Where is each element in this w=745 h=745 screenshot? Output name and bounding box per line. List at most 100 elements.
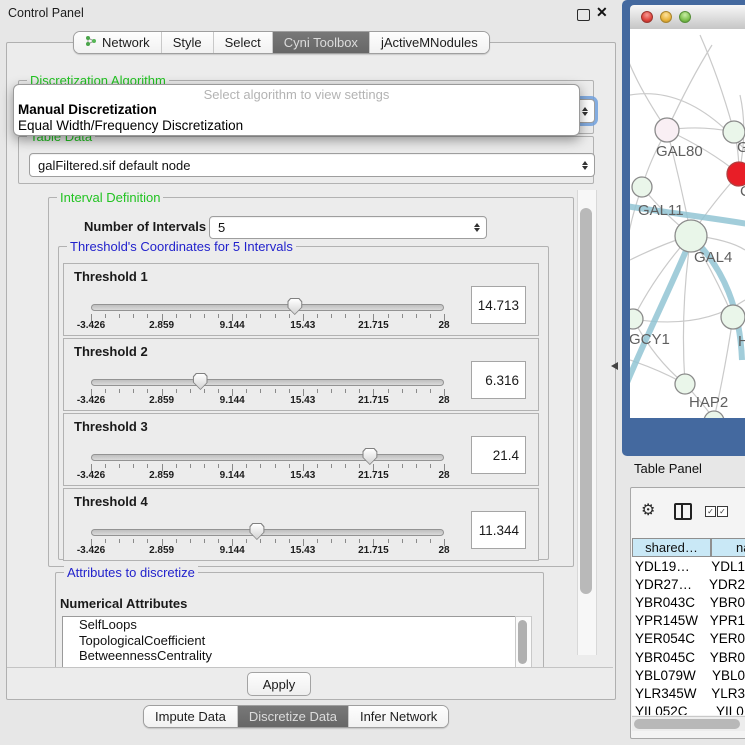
table-hscrollbar[interactable]: [632, 716, 745, 731]
tab-select[interactable]: Select: [213, 32, 272, 53]
table-row[interactable]: YBL079WYBL0: [632, 666, 745, 684]
table-row[interactable]: YPR145WYPR1: [632, 612, 745, 630]
tab-infer-network[interactable]: Infer Network: [348, 706, 448, 727]
slider-track[interactable]: [91, 379, 444, 386]
list-item[interactable]: SelfLoops: [63, 617, 531, 633]
dropdown-option-manual[interactable]: Manual Discretization: [14, 102, 579, 118]
network-node[interactable]: [630, 309, 643, 329]
tab-label: Infer Network: [360, 707, 437, 727]
table-data-combobox[interactable]: galFiltered.sif default node: [29, 153, 595, 177]
threshold-value-field[interactable]: 21.4: [471, 436, 526, 474]
network-node[interactable]: [632, 177, 652, 197]
tick-mark: [430, 539, 431, 543]
checkbox-icon[interactable]: ✓: [705, 506, 716, 517]
tick-mark: [331, 389, 332, 393]
slider-thumb[interactable]: [362, 448, 377, 465]
close-icon[interactable]: ✕: [596, 4, 608, 21]
gear-icon[interactable]: ⚙: [641, 500, 655, 520]
slider-thumb[interactable]: [249, 523, 264, 540]
slider-track[interactable]: [91, 529, 444, 536]
slider-track[interactable]: [91, 454, 444, 461]
scrollbar-thumb[interactable]: [518, 620, 527, 664]
table-cell[interactable]: YLR345W: [632, 686, 709, 701]
tab-cyni-toolbox[interactable]: Cyni Toolbox: [272, 32, 369, 53]
tab-style[interactable]: Style: [161, 32, 213, 53]
network-node[interactable]: [721, 305, 745, 329]
threshold-value-field[interactable]: 14.713: [471, 286, 526, 324]
threshold-value-field[interactable]: 11.344: [471, 511, 526, 549]
tick-mark: [359, 389, 360, 393]
table-cell[interactable]: YBR0: [708, 650, 745, 665]
table-row[interactable]: YDR27…YDR2: [632, 575, 745, 593]
table-row[interactable]: YBR043CYBR0: [632, 593, 745, 611]
threshold-value-field[interactable]: 6.316: [471, 361, 526, 399]
tick-mark: [317, 314, 318, 318]
table-row[interactable]: YER054CYER0: [632, 630, 745, 648]
table-row[interactable]: YDL19…YDL1: [632, 557, 745, 575]
panel-scrollbar[interactable]: [577, 190, 597, 655]
scrollbar-thumb[interactable]: [634, 719, 740, 729]
threshold-3-slider[interactable]: [91, 454, 444, 460]
table-cell[interactable]: YBR045C: [632, 650, 708, 665]
numerical-attributes-list[interactable]: SelfLoopsTopologicalCoefficientBetweenne…: [62, 616, 532, 669]
network-node[interactable]: [675, 374, 695, 394]
tick-mark: [133, 464, 134, 468]
table-cell[interactable]: YDR2: [707, 577, 745, 592]
slider-thumb[interactable]: [287, 298, 302, 315]
list-item[interactable]: BetweennessCentrality: [63, 648, 531, 664]
table-cell[interactable]: YBL079W: [632, 668, 710, 683]
close-traffic-light[interactable]: [641, 11, 653, 23]
tab-network[interactable]: Network: [74, 32, 161, 53]
threshold-1-slider[interactable]: [91, 304, 444, 310]
network-canvas[interactable]: GAL80GACGAL11GAL4GCY1HHAP2: [630, 29, 745, 418]
slider-thumb[interactable]: [193, 373, 208, 390]
float-window-icon[interactable]: [577, 9, 590, 21]
minimize-traffic-light[interactable]: [660, 11, 672, 23]
threshold-4-panel: Threshold 4 -3.4262.8599.14415.4321.7152…: [63, 488, 539, 561]
number-of-intervals-combobox[interactable]: 5: [209, 216, 487, 239]
column-header-shared-name[interactable]: shared…: [632, 538, 711, 557]
tick-mark: [204, 314, 205, 318]
dropdown-option-equal-width[interactable]: Equal Width/Frequency Discretization: [14, 118, 579, 134]
table-cell[interactable]: YBL0: [710, 668, 745, 683]
list-scrollbar[interactable]: [515, 616, 532, 669]
table-cell[interactable]: YER0: [708, 631, 745, 646]
tab-discretize-data[interactable]: Discretize Data: [237, 706, 348, 727]
table-cell[interactable]: YDL19…: [632, 559, 709, 574]
table-cell[interactable]: YDL1: [709, 559, 745, 574]
table-cell[interactable]: YIL052C: [632, 704, 714, 715]
tab-jactivemnodules[interactable]: jActiveMNodules: [369, 32, 489, 53]
zoom-traffic-light[interactable]: [679, 11, 691, 23]
table-cell[interactable]: YPR1: [708, 613, 745, 628]
table-cell[interactable]: YPR145W: [632, 613, 708, 628]
scrollbar-thumb[interactable]: [580, 208, 592, 594]
table-cell[interactable]: YLR3: [709, 686, 745, 701]
table-cell[interactable]: YBR043C: [632, 595, 708, 610]
node-table[interactable]: YDL19…YDL1YDR27…YDR2YBR043CYBR0YPR145WYP…: [632, 557, 745, 715]
table-cell[interactable]: YDR27…: [632, 577, 707, 592]
list-item[interactable]: TopologicalCoefficient: [63, 633, 531, 649]
table-row[interactable]: YLR345WYLR3: [632, 684, 745, 702]
column-header-name[interactable]: na: [711, 538, 745, 557]
table-cell[interactable]: YBR0: [708, 595, 745, 610]
network-node[interactable]: [655, 118, 679, 142]
tab-impute-data[interactable]: Impute Data: [144, 706, 237, 727]
split-columns-icon[interactable]: [674, 503, 692, 520]
network-window-titlebar[interactable]: [630, 5, 745, 30]
tick-mark: [402, 464, 403, 468]
table-cell[interactable]: YER054C: [632, 631, 708, 646]
network-node[interactable]: [675, 220, 707, 252]
threshold-4-slider[interactable]: [91, 529, 444, 535]
tick-mark: [147, 464, 148, 468]
network-node[interactable]: [704, 411, 724, 418]
table-cell[interactable]: YIL0: [714, 704, 744, 715]
tick-mark: [289, 389, 290, 393]
checkbox-icon[interactable]: ✓: [717, 506, 728, 517]
table-row[interactable]: YIL052CYIL0: [632, 703, 745, 716]
table-row[interactable]: YBR045CYBR0: [632, 648, 745, 666]
apply-button[interactable]: Apply: [247, 672, 311, 696]
slider-track[interactable]: [91, 304, 444, 311]
threshold-2-slider[interactable]: [91, 379, 444, 385]
tick-label: 28: [438, 320, 449, 331]
network-window[interactable]: GAL80GACGAL11GAL4GCY1HHAP2: [622, 0, 745, 456]
